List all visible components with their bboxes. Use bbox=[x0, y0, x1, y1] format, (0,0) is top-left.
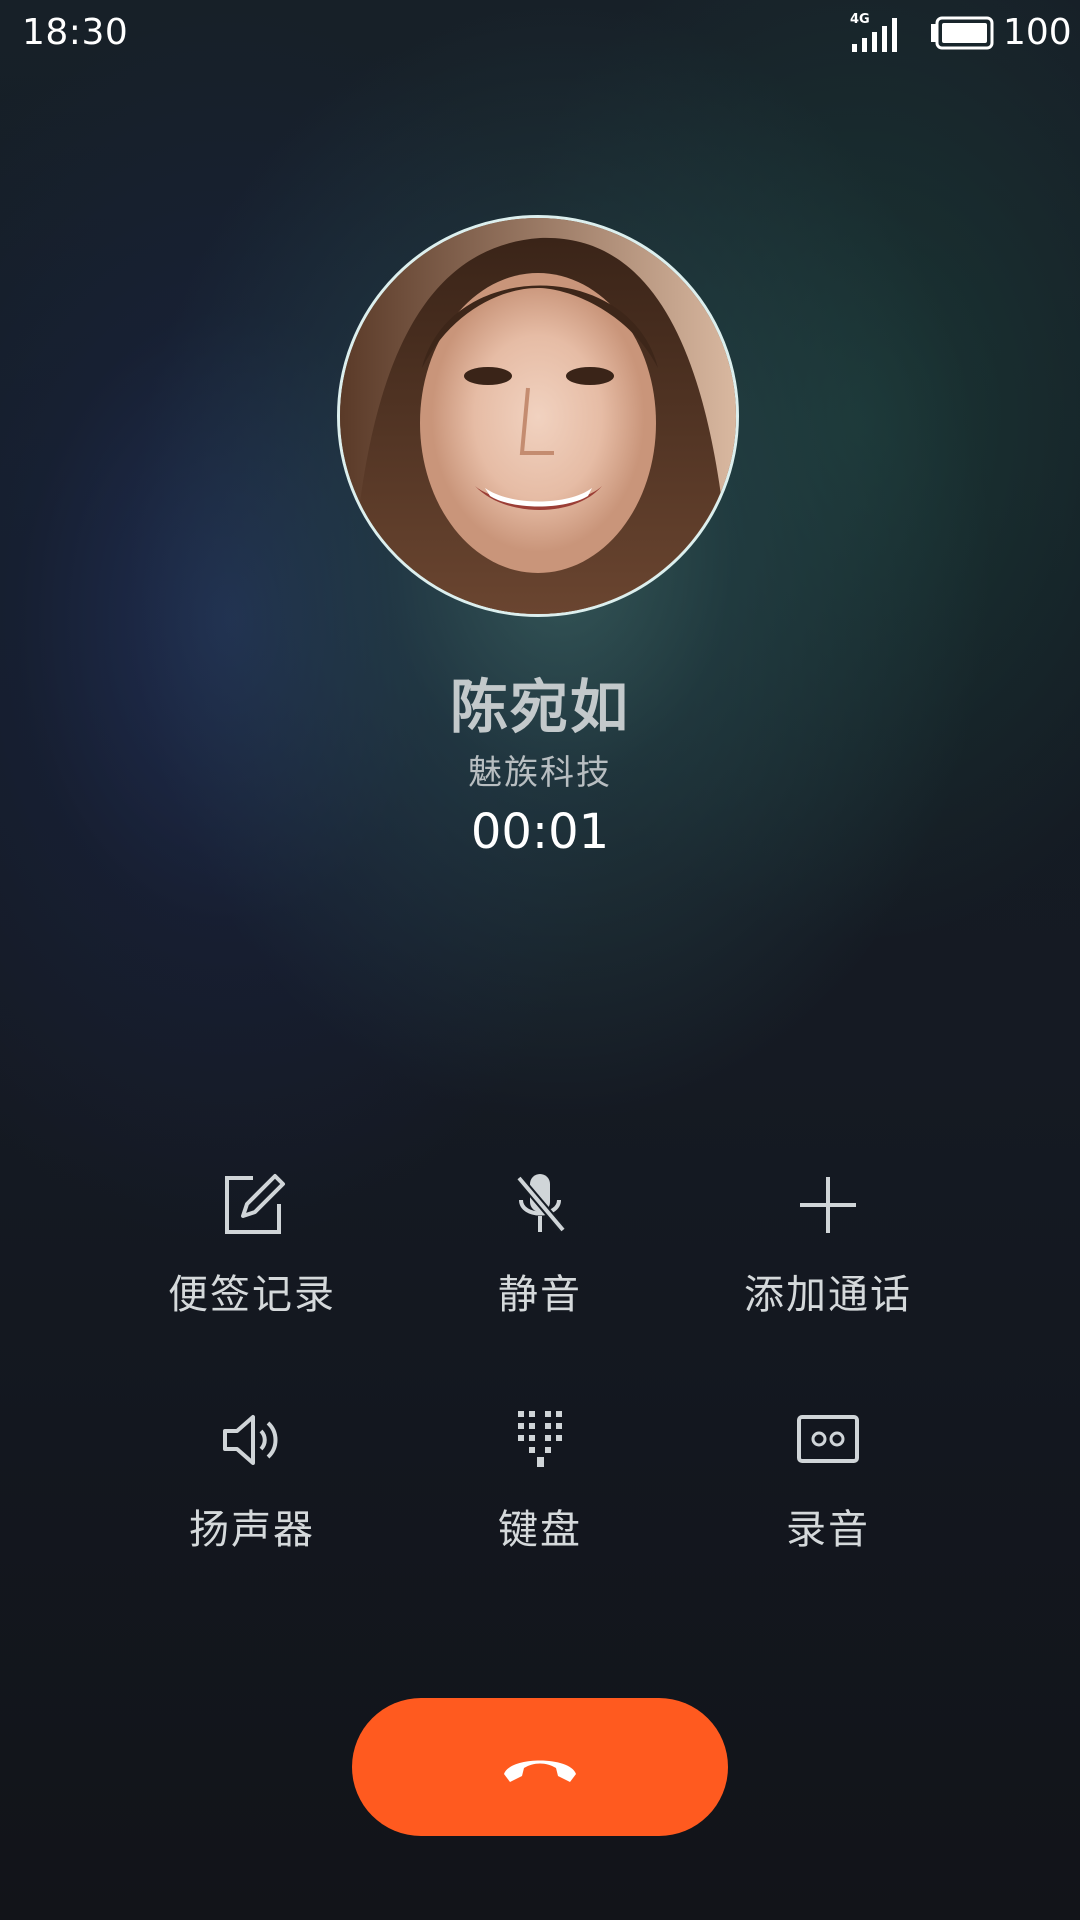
microphone-muted-icon bbox=[515, 1174, 567, 1233]
dialpad-button-label: 键盘 bbox=[498, 1507, 582, 1553]
hang-up-icon bbox=[504, 1760, 576, 1782]
record-icon bbox=[797, 1415, 859, 1463]
note-edit-icon bbox=[225, 1174, 285, 1234]
note-button-label: 便签记录 bbox=[168, 1272, 336, 1318]
dialpad-button[interactable]: 键盘 bbox=[390, 1405, 690, 1575]
speaker-button[interactable]: 扬声器 bbox=[102, 1405, 402, 1575]
battery-percentage: 100 bbox=[1003, 12, 1072, 53]
in-call-screen: 18:30 4G 100 陈宛如 魅族科技 00:01 便签记录 静音 添加通话… bbox=[0, 0, 1080, 1920]
end-call-button[interactable] bbox=[352, 1698, 728, 1836]
dialpad-icon bbox=[518, 1411, 562, 1467]
status-time: 18:30 bbox=[22, 12, 129, 53]
battery-icon bbox=[931, 16, 994, 50]
signal-bars-icon bbox=[852, 18, 897, 52]
record-button-label: 录音 bbox=[786, 1507, 870, 1553]
mute-button[interactable]: 静音 bbox=[390, 1170, 690, 1340]
status-bar: 18:30 4G 100 bbox=[0, 0, 1080, 68]
add-call-button[interactable]: 添加通话 bbox=[678, 1170, 978, 1340]
contact-name: 陈宛如 bbox=[449, 673, 630, 741]
mute-button-label: 静音 bbox=[498, 1272, 582, 1318]
speaker-icon bbox=[223, 1415, 278, 1465]
add-call-button-label: 添加通话 bbox=[744, 1272, 912, 1318]
avatar-portrait-icon bbox=[340, 218, 736, 614]
speaker-button-label: 扬声器 bbox=[189, 1507, 315, 1553]
contact-avatar bbox=[337, 215, 739, 617]
note-button[interactable]: 便签记录 bbox=[102, 1170, 402, 1340]
call-duration: 00:01 bbox=[470, 804, 610, 860]
plus-icon bbox=[800, 1177, 856, 1233]
contact-company: 魅族科技 bbox=[468, 753, 612, 793]
record-button[interactable]: 录音 bbox=[678, 1405, 978, 1575]
